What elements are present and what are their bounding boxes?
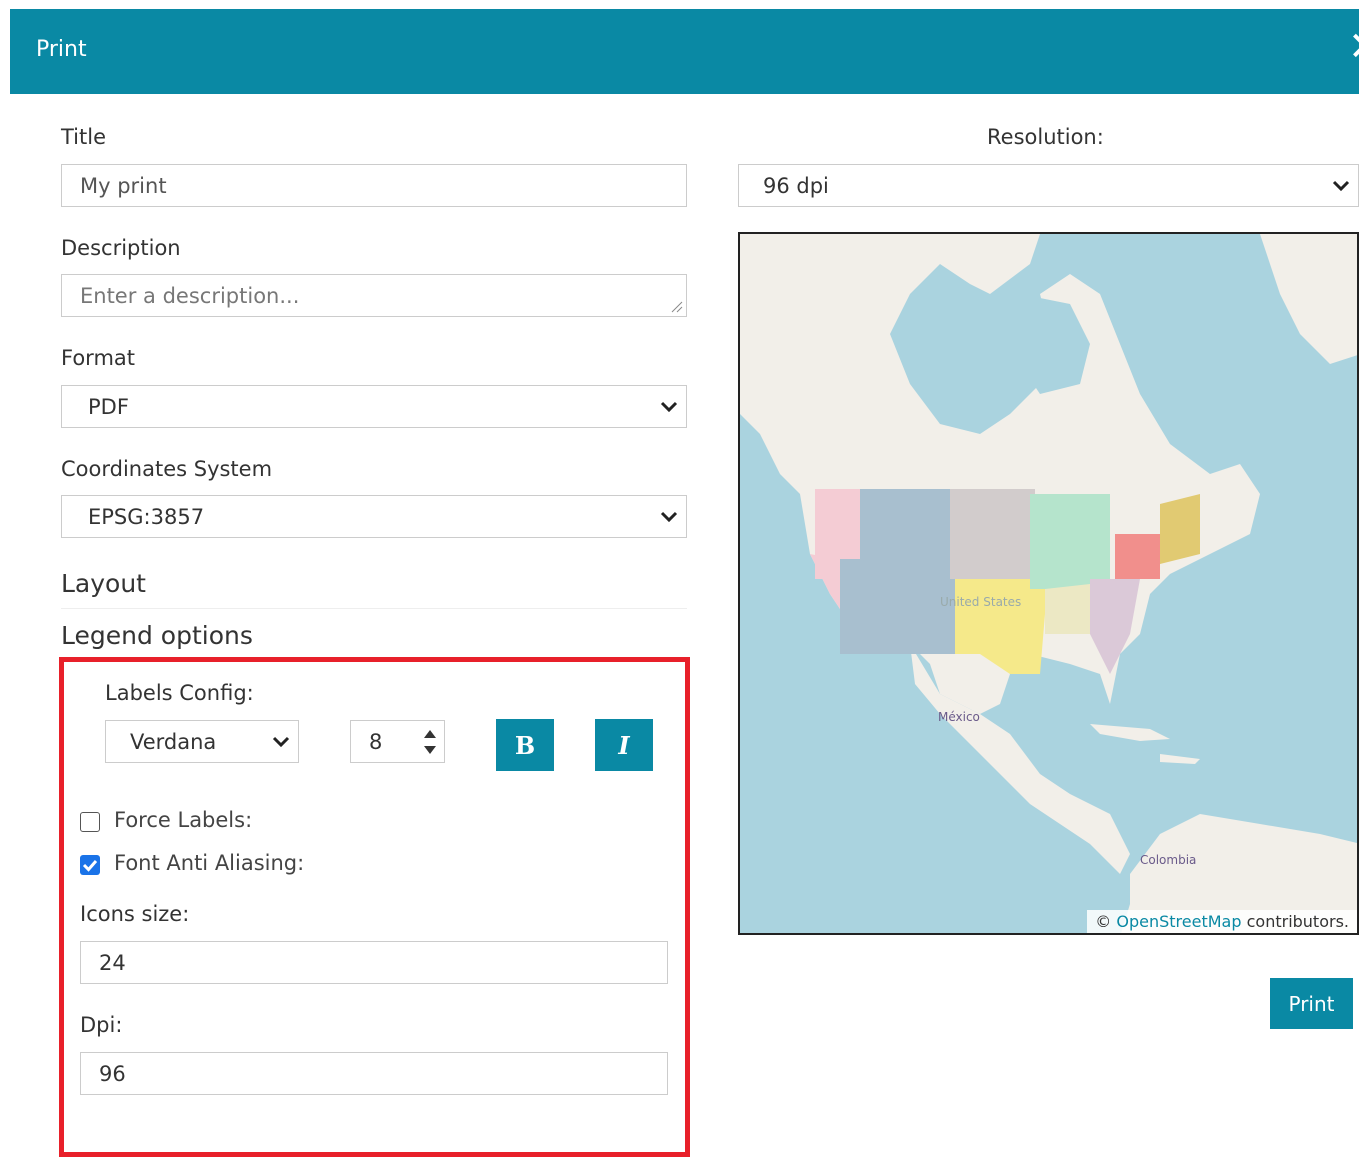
map-preview[interactable]: United States México Colombia © OpenStre…: [738, 232, 1359, 935]
format-select[interactable]: PDF: [61, 385, 687, 428]
font-size-value: 8: [369, 729, 383, 754]
map-attribution: © OpenStreetMap contributors.: [1087, 910, 1357, 933]
description-label: Description: [61, 236, 181, 260]
dialog-title: Print: [36, 37, 87, 62]
font-family-value: Verdana: [130, 729, 217, 754]
title-label: Title: [61, 125, 107, 149]
attribution-suffix: contributors.: [1246, 912, 1349, 931]
font-size-stepper[interactable]: 8: [350, 720, 445, 763]
divider: [61, 608, 687, 609]
font-family-select[interactable]: Verdana: [105, 720, 299, 763]
layout-section-header[interactable]: Layout: [61, 569, 146, 598]
description-placeholder: Enter a description...: [80, 283, 300, 308]
openstreetmap-link[interactable]: OpenStreetMap: [1116, 912, 1241, 931]
format-value: PDF: [88, 394, 129, 419]
attribution-prefix: ©: [1095, 912, 1112, 931]
resolution-select[interactable]: 96 dpi: [738, 164, 1359, 207]
labels-config-label: Labels Config:: [105, 681, 254, 705]
icons-size-input[interactable]: 24: [80, 941, 668, 984]
force-labels-checkbox[interactable]: [80, 812, 100, 832]
map-canvas: United States México Colombia: [740, 234, 1357, 933]
bold-button[interactable]: B: [496, 719, 554, 771]
dpi-label: Dpi:: [80, 1013, 123, 1037]
dialog-header: Print ✕: [10, 9, 1359, 94]
resolution-label: Resolution:: [987, 125, 1104, 149]
resolution-value: 96 dpi: [763, 173, 829, 198]
anti-aliasing-label: Font Anti Aliasing:: [114, 851, 305, 875]
title-input[interactable]: My print: [61, 164, 687, 207]
crs-value: EPSG:3857: [88, 504, 205, 529]
crs-select[interactable]: EPSG:3857: [61, 495, 687, 538]
checkmark-icon: [82, 860, 98, 872]
chevron-down-icon: [1332, 180, 1350, 191]
icons-size-label: Icons size:: [80, 902, 190, 926]
spinner-arrows-icon[interactable]: [422, 726, 438, 758]
print-button[interactable]: Print: [1270, 978, 1353, 1029]
legend-options-section-header[interactable]: Legend options: [61, 621, 253, 650]
italic-button[interactable]: I: [595, 719, 653, 771]
format-label: Format: [61, 346, 136, 370]
chevron-down-icon: [272, 736, 290, 747]
map-label-mexico: México: [938, 710, 980, 724]
resize-handle-icon[interactable]: [671, 301, 683, 313]
chevron-down-icon: [660, 511, 678, 522]
anti-aliasing-checkbox[interactable]: [80, 855, 100, 875]
close-icon[interactable]: ✕: [1348, 27, 1359, 67]
crs-label: Coordinates System: [61, 457, 273, 481]
chevron-down-icon: [660, 401, 678, 412]
description-textarea[interactable]: Enter a description...: [61, 274, 687, 317]
map-label-us: United States: [940, 595, 1021, 609]
dpi-input[interactable]: 96: [80, 1052, 668, 1095]
map-label-colombia: Colombia: [1140, 853, 1196, 867]
force-labels-label: Force Labels:: [114, 808, 253, 832]
